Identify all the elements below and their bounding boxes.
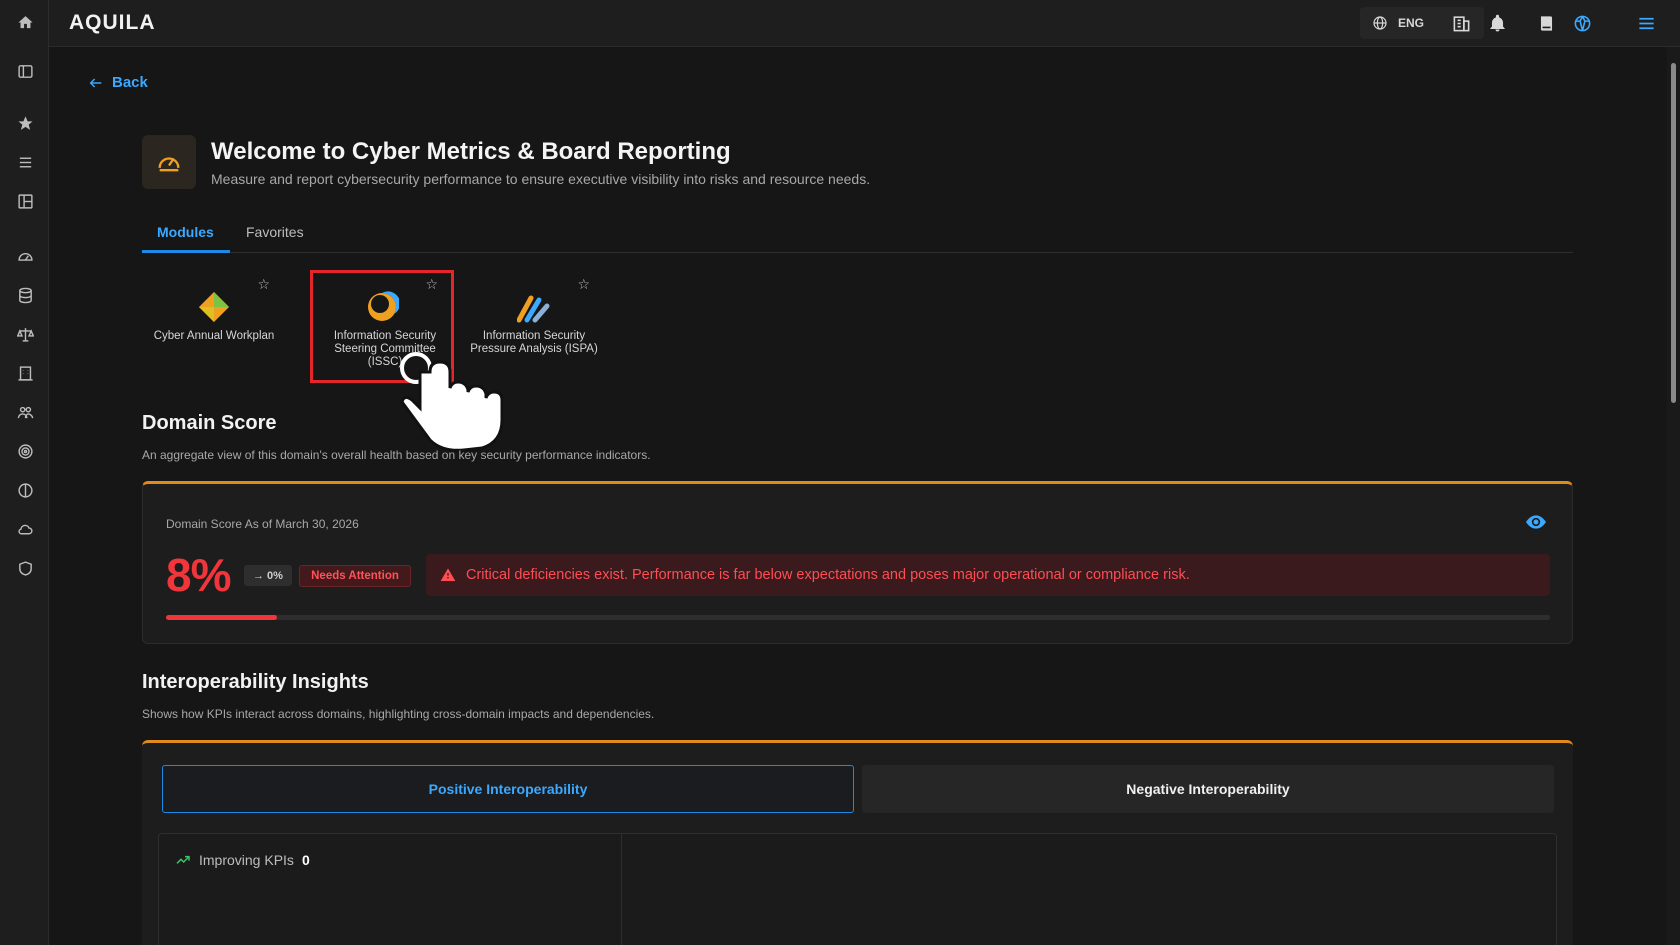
- warning-triangle-icon: [440, 567, 456, 583]
- building-icon[interactable]: [12, 360, 38, 386]
- settings-globe-icon[interactable]: [1571, 12, 1593, 34]
- domain-score-title: Domain Score: [142, 412, 277, 434]
- issc-icon: [368, 291, 399, 321]
- cloud-icon[interactable]: [12, 516, 38, 542]
- tab-modules[interactable]: Modules: [157, 224, 214, 240]
- status-badge: Needs Attention: [299, 565, 411, 587]
- eye-icon[interactable]: [1526, 515, 1546, 529]
- improving-kpis: Improving KPIs 0: [175, 852, 310, 868]
- target-icon[interactable]: [12, 438, 38, 464]
- menu-icon[interactable]: [12, 149, 38, 175]
- building-icon[interactable]: [1450, 12, 1472, 34]
- trending-up-icon: [175, 852, 191, 868]
- score-progress-fill: [166, 615, 277, 620]
- domain-score-card: Domain Score As of March 30, 2026 8% → 0…: [142, 481, 1573, 644]
- domain-score-value: 8%: [166, 549, 231, 601]
- score-as-of-date: Domain Score As of March 30, 2026: [166, 517, 359, 531]
- active-tab-indicator: [142, 250, 230, 253]
- domain-score-description: An aggregate view of this domain's overa…: [142, 448, 651, 462]
- tab-positive-interoperability[interactable]: Positive Interoperability: [162, 765, 854, 813]
- gauge-icon[interactable]: [12, 243, 38, 269]
- compass-icon[interactable]: [12, 477, 38, 503]
- interoperability-card: Positive Interoperability Negative Inter…: [142, 740, 1573, 945]
- star-icon[interactable]: [12, 110, 38, 136]
- layout-icon[interactable]: [12, 188, 38, 214]
- hamburger-icon[interactable]: [1635, 12, 1657, 34]
- back-label: Back: [112, 74, 148, 91]
- tab-favorites[interactable]: Favorites: [246, 224, 304, 240]
- home-icon[interactable]: [12, 9, 38, 35]
- page-scrollbar[interactable]: [1667, 47, 1680, 945]
- ispa-icon: [517, 295, 550, 323]
- top-bar: AQUILA ENG: [49, 0, 1680, 47]
- shield-icon[interactable]: [12, 555, 38, 581]
- scrollbar-thumb[interactable]: [1671, 63, 1676, 403]
- app-logo[interactable]: AQUILA: [69, 11, 156, 35]
- hand-pointer-cursor-icon: [400, 352, 504, 452]
- improving-kpis-label: Improving KPIs: [199, 852, 294, 868]
- left-rail: [0, 0, 49, 945]
- favorite-star-icon[interactable]: ☆: [577, 276, 590, 293]
- kpi-panel: Improving KPIs 0: [158, 833, 1557, 945]
- language-label: ENG: [1398, 16, 1425, 30]
- arrow-left-icon: [88, 75, 104, 91]
- bell-icon[interactable]: [1486, 12, 1508, 34]
- content-tabs: Modules Favorites: [142, 220, 1573, 253]
- globe-icon: [1372, 15, 1388, 31]
- module-label: Cyber Annual Workplan: [153, 330, 275, 342]
- page-subtitle: Measure and report cybersecurity perform…: [211, 171, 871, 187]
- speedometer-icon: [142, 135, 196, 189]
- trend-value: 0%: [267, 569, 283, 582]
- back-link[interactable]: Back: [88, 74, 148, 91]
- favorite-star-icon[interactable]: ☆: [257, 276, 270, 293]
- critical-alert: Critical deficiencies exist. Performance…: [426, 554, 1550, 596]
- favorite-star-icon[interactable]: ☆: [425, 276, 438, 293]
- sidebar-toggle-icon[interactable]: [12, 58, 38, 84]
- score-progress-bar: [166, 615, 1550, 620]
- users-icon[interactable]: [12, 399, 38, 425]
- tab-negative-interoperability[interactable]: Negative Interoperability: [862, 765, 1554, 813]
- page-title: Welcome to Cyber Metrics & Board Reporti…: [211, 138, 731, 165]
- workplan-icon: [199, 292, 229, 322]
- book-icon[interactable]: [1535, 12, 1557, 34]
- alert-message: Critical deficiencies exist. Performance…: [466, 567, 1190, 583]
- module-card-cyber-annual-workplan[interactable]: ☆ Cyber Annual Workplan: [142, 270, 286, 383]
- interoperability-description: Shows how KPIs interact across domains, …: [142, 707, 655, 721]
- interoperability-title: Interoperability Insights: [142, 671, 369, 693]
- arrow-right-icon: →: [253, 569, 265, 582]
- database-icon[interactable]: [12, 282, 38, 308]
- trend-badge: → 0%: [244, 565, 292, 586]
- improving-kpis-count: 0: [301, 852, 310, 868]
- scale-icon[interactable]: [12, 321, 38, 347]
- panel-divider: [621, 834, 622, 945]
